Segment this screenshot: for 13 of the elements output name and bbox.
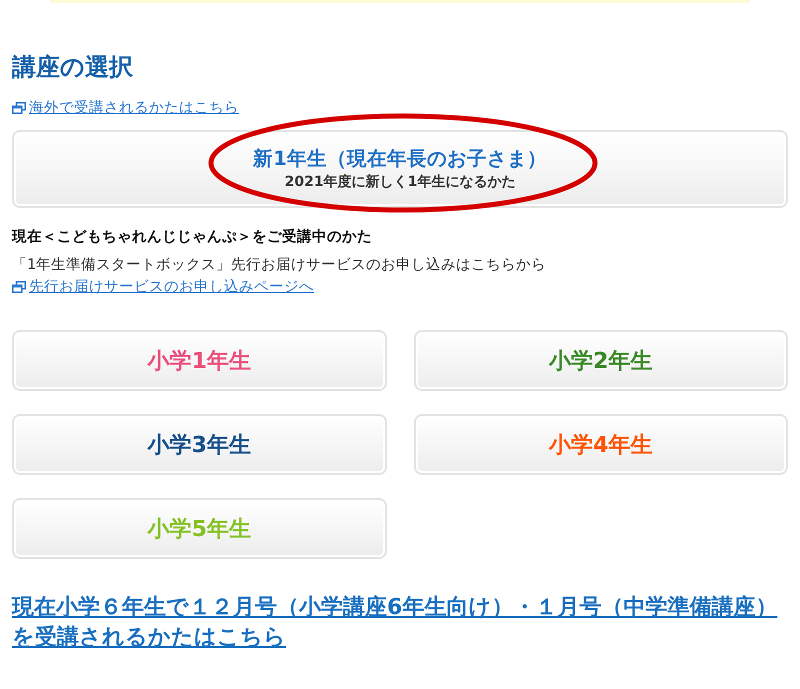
current-members-heading: 現在＜こどもちゃれんじじゃんぷ＞をご受講中のかた <box>12 228 373 247</box>
grade-button[interactable]: 小学1年生 <box>12 330 386 391</box>
grade-button[interactable]: 小学3年生 <box>12 414 386 475</box>
early-delivery-link[interactable]: 先行お届けサービスのお申し込みページへ <box>12 277 314 297</box>
external-window-icon <box>12 102 26 114</box>
overseas-link[interactable]: 海外で受講されるかたはこちら <box>12 98 239 118</box>
grade-button[interactable]: 小学4年生 <box>414 414 788 475</box>
new-first-grade-button[interactable]: 新1年生（現在年長のお子さま） 2021年度に新しく1年生になるかた <box>12 130 788 208</box>
section-heading: 講座の選択 <box>12 52 134 82</box>
external-window-icon <box>12 281 26 293</box>
start-box-text: 「1年生準備スタートボックス」先行お届けサービスのお申し込みはこちらから <box>12 256 548 275</box>
sixth-grade-link[interactable]: 現在小学６年生で１２月号（小学講座6年生向け）・１月号（中学準備講座）を受講されるかたはこちら <box>12 593 788 653</box>
grade-button[interactable]: 小学2年生 <box>414 330 788 391</box>
